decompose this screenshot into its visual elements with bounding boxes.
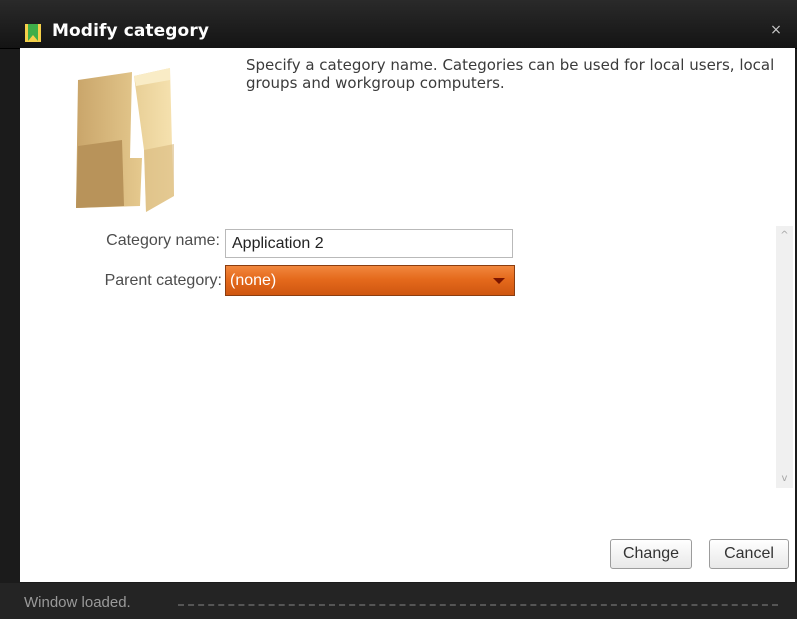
title-bar[interactable]: Modify category × [0,0,797,49]
status-divider [178,604,778,606]
category-name-input[interactable] [225,229,513,258]
folder-icon [76,68,174,212]
status-text: Window loaded. [24,594,131,611]
cancel-button[interactable]: Cancel [709,539,789,569]
status-bar: Window loaded. [0,583,797,619]
parent-category-dropdown[interactable]: (none) [225,265,515,296]
scroll-down-icon[interactable]: v [776,472,793,486]
scroll-up-icon[interactable]: ^ [776,229,793,243]
parent-category-value: (none) [230,272,277,289]
dialog-content: Specify a category name. Categories can … [20,48,795,582]
change-button[interactable]: Change [610,539,692,569]
vertical-scrollbar[interactable]: ^ v [776,226,793,488]
window-title: Modify category [52,21,210,41]
modify-category-window: Modify category × Specify a category nam… [0,0,797,619]
description-text: Specify a category name. Categories can … [246,56,775,92]
category-bookmark-icon [25,24,41,42]
parent-category-label: Parent category: [104,272,222,289]
category-name-label: Category name: [106,232,220,249]
chevron-down-icon [493,278,505,284]
close-button[interactable]: × [755,18,797,42]
